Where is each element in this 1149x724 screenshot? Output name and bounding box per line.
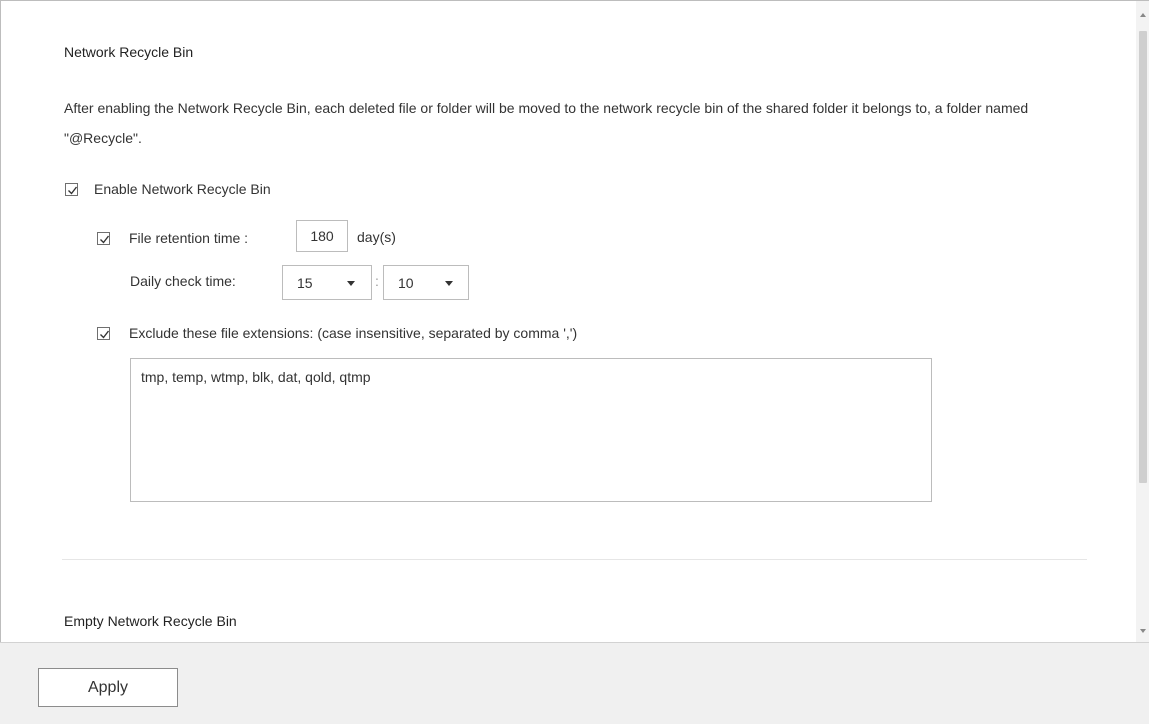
check-icon [68,186,78,195]
exclude-extensions-checkbox[interactable] [97,327,110,340]
chevron-down-icon [347,281,355,286]
scrollbar-thumb[interactable] [1139,31,1147,483]
scroll-up-arrow-icon[interactable] [1140,13,1146,17]
recycle-bin-description: After enabling the Network Recycle Bin, … [64,100,1029,146]
check-minute-value: 10 [398,275,414,291]
recycle-bin-settings: Network Recycle Bin After enabling the N… [1,1,1136,643]
retention-unit-label: day(s) [357,229,396,245]
check-hour-select[interactable]: 15 [282,265,372,300]
file-retention-days-input[interactable]: 180 [296,220,348,252]
file-retention-checkbox[interactable] [97,232,110,245]
check-minute-select[interactable]: 10 [383,265,469,300]
check-hour-value: 15 [297,275,313,291]
exclude-extensions-textarea[interactable]: tmp, temp, wtmp, blk, dat, qold, qtmp [130,358,932,502]
settings-panel: Network Recycle Bin After enabling the N… [0,0,1149,724]
section-divider [62,559,1087,560]
exclude-extensions-label[interactable]: Exclude these file extensions: (case ins… [129,325,577,341]
daily-check-time-label: Daily check time: [130,273,236,289]
apply-button[interactable]: Apply [38,668,178,707]
enable-recycle-bin-checkbox[interactable] [65,183,78,196]
section-title-network-recycle-bin: Network Recycle Bin [64,44,194,60]
check-icon [100,330,110,339]
enable-recycle-bin-label[interactable]: Enable Network Recycle Bin [94,181,271,197]
chevron-down-icon [445,281,453,286]
section-title-empty-recycle-bin: Empty Network Recycle Bin [64,613,237,629]
footer-bar: Apply [0,642,1149,724]
scroll-down-arrow-icon[interactable] [1140,629,1146,633]
file-retention-label[interactable]: File retention time : [129,230,248,246]
vertical-scrollbar[interactable] [1136,1,1149,643]
check-icon [100,235,110,244]
time-separator: : [375,273,379,289]
